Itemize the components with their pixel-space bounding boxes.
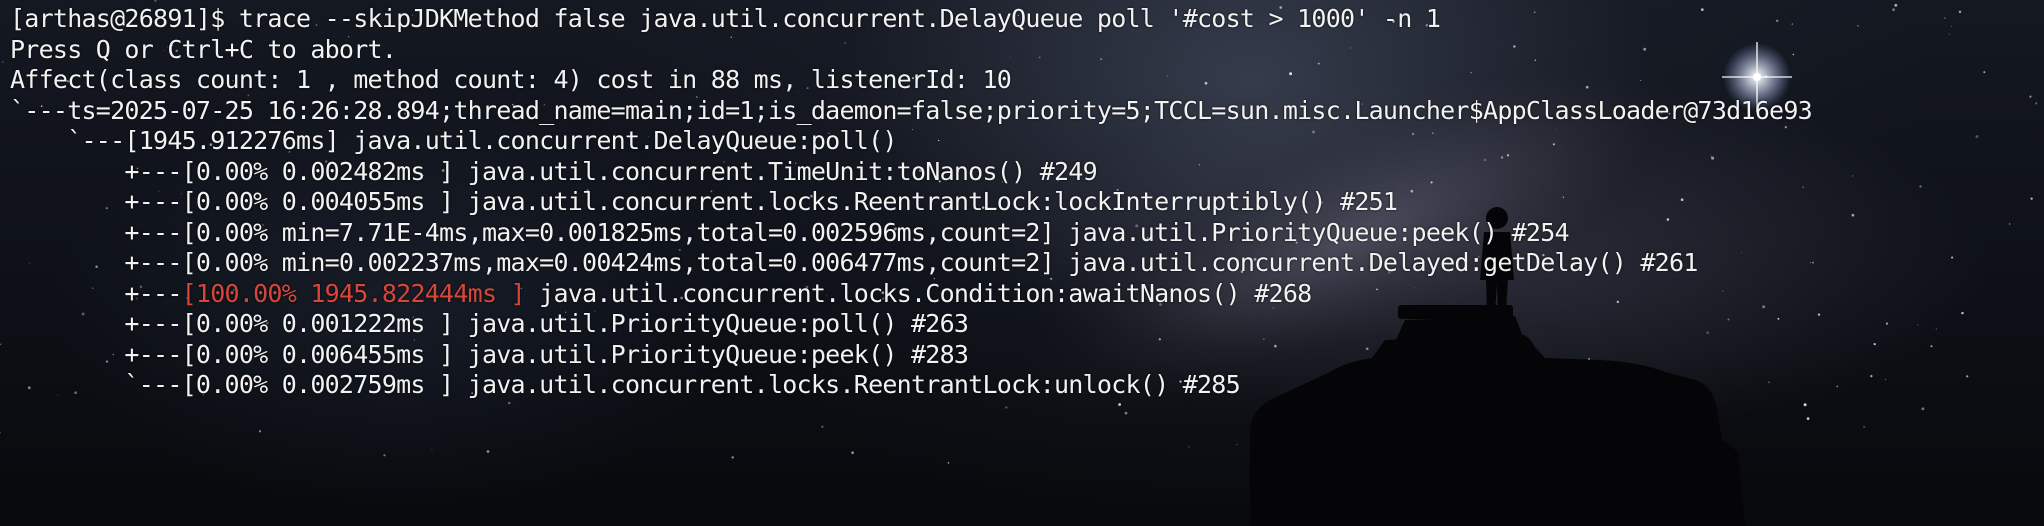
star	[1236, 443, 1238, 446]
line-suffix: java.util.concurrent.locks.Condition:awa…	[524, 278, 1312, 308]
star	[1803, 403, 1807, 407]
terminal-line: `---[1945.912276ms] java.util.concurrent…	[10, 126, 897, 155]
star	[0, 432, 1, 434]
star	[154, 0, 157, 2]
star	[431, 448, 433, 451]
star	[383, 454, 386, 457]
terminal-window[interactable]: [arthas@26891]$ trace --skipJDKMethod fa…	[0, 0, 2044, 526]
terminal-line: +---[0.00% 0.006455ms ] java.util.Priori…	[10, 339, 969, 369]
star	[258, 430, 262, 433]
terminal-line: +---[100.00% 1945.822444ms ] java.util.c…	[10, 279, 2040, 310]
hot-path-timing: [100.00% 1945.822444ms ]	[181, 278, 526, 308]
terminal-line: [arthas@26891]$ trace --skipJDKMethod fa…	[10, 4, 1441, 33]
star	[1188, 446, 1190, 448]
star	[1921, 407, 1925, 411]
line-prefix: +---	[10, 278, 182, 308]
star	[1, 61, 4, 63]
star	[486, 450, 490, 453]
star	[731, 456, 734, 459]
terminal-line: `---ts=2025-07-25 16:26:28.894;thread_na…	[10, 95, 1813, 125]
star	[0, 343, 2, 346]
terminal-line: +---[0.00% min=0.002237ms,max=0.00424ms,…	[10, 248, 1698, 277]
terminal-line: +---[0.00% min=7.71E-4ms,max=0.001825ms,…	[10, 217, 1569, 247]
terminal-line: Affect(class count: 1 , method count: 4)…	[10, 65, 1012, 94]
star	[851, 451, 854, 455]
terminal-line: +---[0.00% 0.001222ms ] java.util.Priori…	[10, 309, 969, 338]
terminal-line: +---[0.00% 0.004055ms ] java.util.concur…	[10, 187, 1398, 216]
star	[507, 401, 511, 405]
terminal-line: Press Q or Ctrl+C to abort.	[10, 34, 397, 64]
star	[1863, 426, 1865, 428]
terminal-line: +---[0.00% 0.002482ms ] java.util.concur…	[10, 156, 1097, 186]
star	[821, 425, 824, 429]
terminal-output: [arthas@26891]$ trace --skipJDKMethod fa…	[10, 4, 2040, 401]
star	[1806, 417, 1810, 420]
terminal-line: `---[0.00% 0.002759ms ] java.util.concur…	[10, 370, 1240, 399]
star	[947, 462, 950, 464]
